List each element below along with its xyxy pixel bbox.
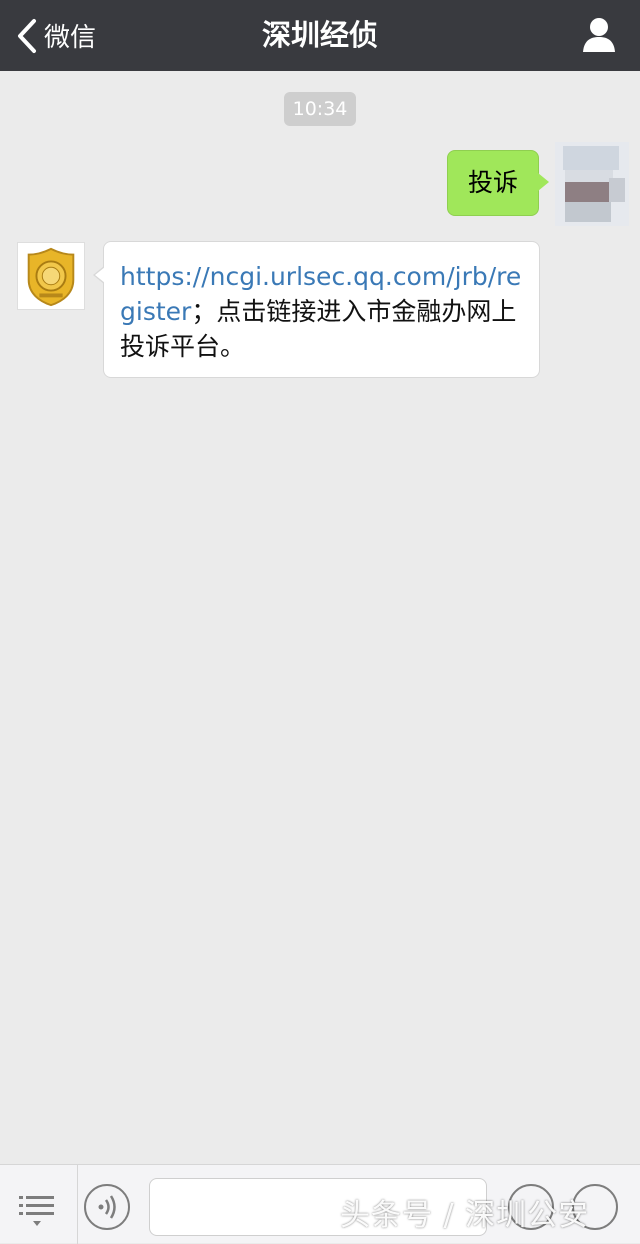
nav-bar: 微信 深圳经侦 <box>0 0 640 71</box>
back-label: 微信 <box>44 23 97 53</box>
message-timestamp: 10:34 <box>284 92 356 126</box>
toolbar-divider <box>77 1165 78 1244</box>
chevron-left-icon <box>18 18 36 53</box>
incoming-message-bubble: https://ncgi.urlsec.qq.com/jrb/register；… <box>93 241 540 378</box>
voice-button[interactable] <box>84 1184 130 1230</box>
menu-list-icon[interactable] <box>18 1190 56 1228</box>
self-avatar[interactable] <box>555 142 629 226</box>
voice-icon <box>98 1195 116 1219</box>
outgoing-message-bubble[interactable]: 投诉 <box>447 150 549 216</box>
back-button[interactable]: 微信 <box>14 0 96 71</box>
person-icon[interactable] <box>582 16 616 54</box>
police-badge-icon <box>27 247 75 307</box>
watermark: 头条号 / 深圳公安 <box>340 1198 590 1233</box>
contact-avatar[interactable] <box>17 242 85 310</box>
